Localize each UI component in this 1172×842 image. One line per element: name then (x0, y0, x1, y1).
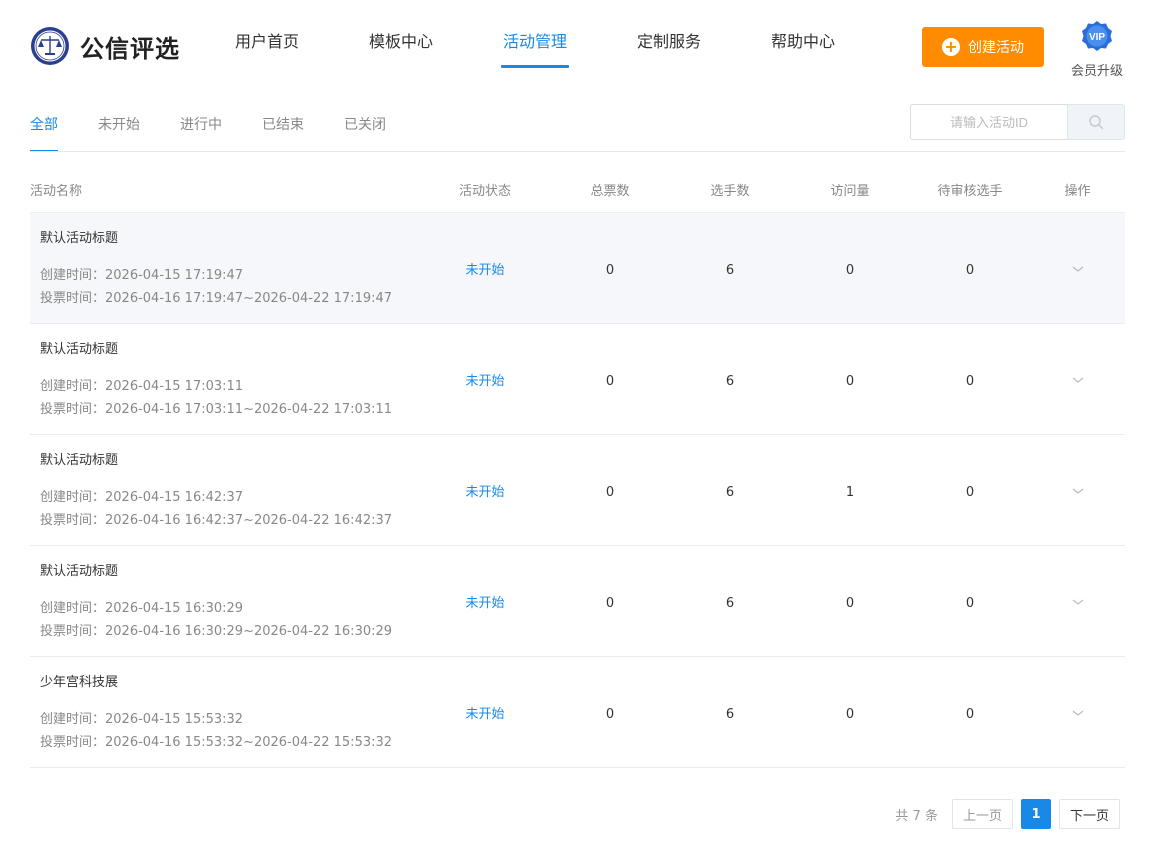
header-total-votes: 总票数 (590, 183, 630, 199)
brand-name: 公信评选 (80, 34, 180, 63)
header-actions: 操作 (1064, 183, 1091, 199)
create-activity-button[interactable]: + 创建活动 (922, 27, 1044, 67)
created-time: 创建时间：2026-04-15 17:19:47 (40, 267, 244, 283)
player-count-value: 6 (725, 484, 735, 500)
player-count-value: 6 (725, 373, 735, 389)
table-row[interactable]: 默认活动标题 创建时间：2026-04-15 16:42:37 投票时间：202… (30, 435, 1125, 546)
status-badge: 未开始 (465, 262, 505, 278)
page-number-button[interactable]: 1 (1020, 799, 1051, 829)
table-row[interactable]: 默认活动标题 创建时间：2026-04-15 17:03:11 投票时间：202… (30, 324, 1125, 435)
player-count-value: 6 (725, 706, 735, 722)
prev-page-button[interactable]: 上一页 (951, 799, 1013, 829)
visits-value: 0 (845, 262, 855, 278)
activity-info: 默认活动标题 创建时间：2026-04-15 17:03:11 投票时间：202… (30, 338, 420, 421)
activity-title[interactable]: 默认活动标题 (40, 338, 420, 357)
vote-time: 投票时间：2026-04-16 16:42:37~2026-04-22 16:4… (40, 512, 393, 528)
pending-review-value: 0 (965, 706, 975, 722)
vote-time: 投票时间：2026-04-16 17:19:47~2026-04-22 17:1… (40, 290, 393, 306)
activity-search (910, 104, 1125, 140)
main-nav: 用户首页 模板中心 活动管理 定制服务 帮助中心 (200, 0, 870, 80)
status-badge: 未开始 (465, 484, 505, 500)
scales-emblem-icon (31, 27, 69, 65)
next-page-button[interactable]: 下一页 (1058, 799, 1120, 829)
tabs-divider (30, 151, 1125, 152)
activity-table: 活动名称 活动状态 总票数 选手数 访问量 待审核选手 操作 默认活动标题 创建… (30, 166, 1125, 768)
pending-review-value: 0 (965, 484, 975, 500)
nav-activity-management[interactable]: 活动管理 (468, 0, 602, 80)
pending-review-value: 0 (965, 373, 975, 389)
activity-info: 默认活动标题 创建时间：2026-04-15 17:19:47 投票时间：202… (30, 227, 420, 310)
total-votes-value: 0 (605, 706, 615, 722)
vip-upgrade[interactable]: VIP 会员升级 (1066, 20, 1128, 79)
total-votes-value: 0 (605, 595, 615, 611)
chevron-down-icon[interactable] (1071, 486, 1085, 496)
table-row[interactable]: 默认活动标题 创建时间：2026-04-15 16:30:29 投票时间：202… (30, 546, 1125, 657)
tab-closed[interactable]: 已关闭 (344, 104, 386, 152)
chevron-down-icon[interactable] (1071, 597, 1085, 607)
plus-circle-icon: + (942, 38, 960, 56)
status-badge: 未开始 (465, 595, 505, 611)
table-row[interactable]: 默认活动标题 创建时间：2026-04-15 17:19:47 投票时间：202… (30, 213, 1125, 324)
header-visits: 访问量 (830, 183, 870, 199)
tab-all[interactable]: 全部 (30, 104, 58, 152)
nav-user-home[interactable]: 用户首页 (200, 0, 334, 80)
header-pending-review: 待审核选手 (937, 183, 1003, 199)
activity-title[interactable]: 少年宫科技展 (40, 671, 420, 690)
activity-info: 默认活动标题 创建时间：2026-04-15 16:30:29 投票时间：202… (30, 560, 420, 643)
created-time: 创建时间：2026-04-15 16:42:37 (40, 489, 244, 505)
total-votes-value: 0 (605, 373, 615, 389)
search-button[interactable] (1067, 104, 1125, 140)
activity-title[interactable]: 默认活动标题 (40, 449, 420, 468)
status-badge: 未开始 (465, 706, 505, 722)
tab-in-progress[interactable]: 进行中 (180, 104, 222, 152)
activity-id-search-input[interactable] (910, 104, 1067, 140)
total-votes-value: 0 (605, 262, 615, 278)
nav-template-center[interactable]: 模板中心 (334, 0, 468, 80)
vip-badge-icon: VIP (1082, 21, 1112, 51)
table-row[interactable]: 少年宫科技展 创建时间：2026-04-15 15:53:32 投票时间：202… (30, 657, 1125, 768)
chevron-down-icon[interactable] (1071, 708, 1085, 718)
visits-value: 0 (845, 706, 855, 722)
table-header: 活动名称 活动状态 总票数 选手数 访问量 待审核选手 操作 (30, 166, 1125, 213)
vip-badge-text: VIP (1089, 32, 1105, 43)
player-count-value: 6 (725, 262, 735, 278)
tab-ended[interactable]: 已结束 (262, 104, 304, 152)
chevron-down-icon[interactable] (1071, 264, 1085, 274)
vote-time: 投票时间：2026-04-16 17:03:11~2026-04-22 17:0… (40, 401, 393, 417)
header-activity-name: 活动名称 (30, 183, 83, 199)
header-activity-status: 活动状态 (458, 183, 511, 199)
chevron-down-icon[interactable] (1071, 375, 1085, 385)
activity-title[interactable]: 默认活动标题 (40, 227, 420, 246)
total-count: 共 7 条 (895, 808, 938, 824)
create-activity-label: 创建活动 (968, 40, 1024, 56)
vote-time: 投票时间：2026-04-16 16:30:29~2026-04-22 16:3… (40, 623, 393, 639)
visits-value: 1 (845, 484, 855, 500)
status-badge: 未开始 (465, 373, 505, 389)
created-time: 创建时间：2026-04-15 17:03:11 (40, 378, 244, 394)
nav-help-center[interactable]: 帮助中心 (736, 0, 870, 80)
pending-review-value: 0 (965, 595, 975, 611)
pending-review-value: 0 (965, 262, 975, 278)
created-time: 创建时间：2026-04-15 16:30:29 (40, 600, 244, 616)
total-votes-value: 0 (605, 484, 615, 500)
vip-upgrade-label: 会员升级 (1070, 64, 1123, 79)
nav-custom-service[interactable]: 定制服务 (602, 0, 736, 80)
top-header: 公信评选 用户首页 模板中心 活动管理 定制服务 帮助中心 + 创建活动 VIP… (0, 0, 1172, 96)
pagination: 共 7 条 上一页 1 下一页 (895, 799, 1120, 829)
vote-time: 投票时间：2026-04-16 15:53:32~2026-04-22 15:5… (40, 734, 393, 750)
status-tabs: 全部 未开始 进行中 已结束 已关闭 (30, 104, 426, 152)
visits-value: 0 (845, 373, 855, 389)
activity-info: 默认活动标题 创建时间：2026-04-15 16:42:37 投票时间：202… (30, 449, 420, 532)
header-player-count: 选手数 (710, 183, 750, 199)
created-time: 创建时间：2026-04-15 15:53:32 (40, 711, 244, 727)
visits-value: 0 (845, 595, 855, 611)
player-count-value: 6 (725, 595, 735, 611)
search-icon (1089, 115, 1104, 130)
activity-info: 少年宫科技展 创建时间：2026-04-15 15:53:32 投票时间：202… (30, 671, 420, 754)
tab-not-started[interactable]: 未开始 (98, 104, 140, 152)
logo[interactable]: 公信评选 (30, 26, 180, 66)
activity-title[interactable]: 默认活动标题 (40, 560, 420, 579)
